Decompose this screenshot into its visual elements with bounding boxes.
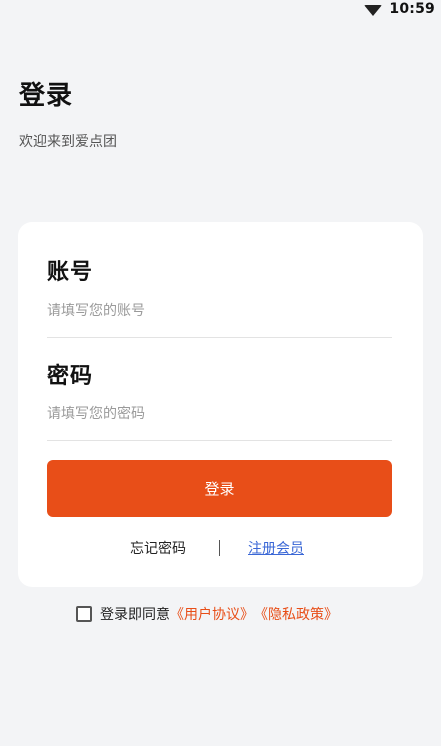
login-card: 账号 密码 登录 忘记密码 注册会员 <box>18 222 423 587</box>
account-label: 账号 <box>47 260 94 285</box>
link-divider <box>219 540 220 556</box>
forgot-password-link[interactable]: 忘记密码 <box>130 538 186 558</box>
password-label: 密码 <box>47 364 94 389</box>
account-underline <box>47 337 392 338</box>
agreement-row: 登录即同意 《用户协议》 《隐私政策》 <box>76 603 338 625</box>
account-input[interactable] <box>47 296 392 326</box>
password-underline <box>47 440 392 441</box>
register-link[interactable]: 注册会员 <box>248 538 304 558</box>
wifi-icon <box>364 4 383 16</box>
page-subtitle: 欢迎来到爱点团 <box>19 134 117 150</box>
user-agreement-link[interactable]: 《用户协议》 <box>170 604 254 624</box>
card-links: 忘记密码 注册会员 <box>18 538 423 560</box>
login-button[interactable]: 登录 <box>47 460 392 517</box>
privacy-policy-link[interactable]: 《隐私政策》 <box>254 604 338 624</box>
page-title: 登录 <box>19 81 74 111</box>
agreement-prefix: 登录即同意 <box>100 607 170 623</box>
password-input[interactable] <box>47 399 392 429</box>
agreement-checkbox[interactable] <box>76 606 92 622</box>
status-indicators: 10:59 <box>364 1 435 17</box>
status-time: 10:59 <box>389 1 435 17</box>
status-bar: 10:59 <box>0 0 441 22</box>
